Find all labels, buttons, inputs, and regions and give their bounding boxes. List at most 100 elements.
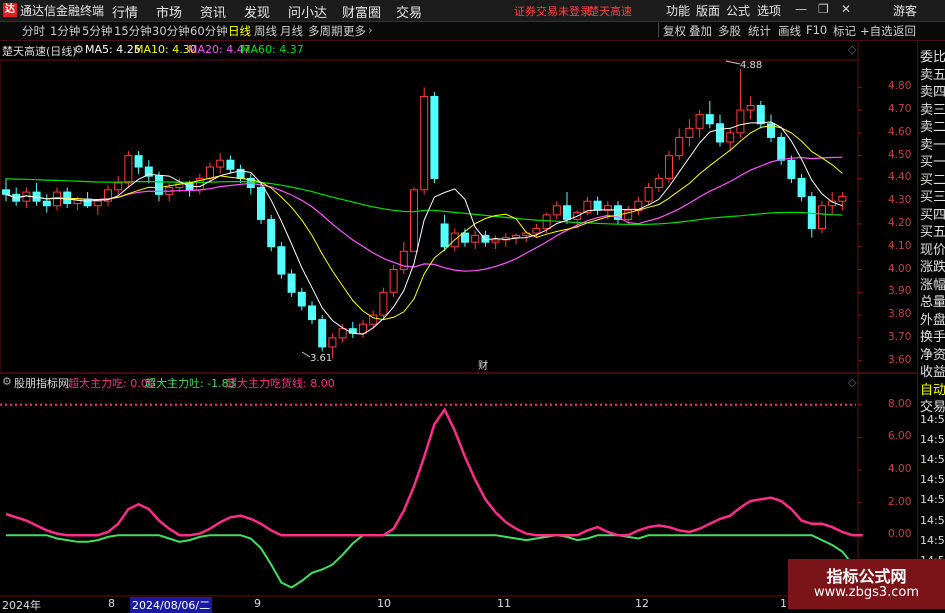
tool-draw[interactable]: 画线 [778,23,801,39]
restore-icon[interactable]: ❐ [818,2,829,16]
period-daily[interactable]: 日线 [228,23,251,39]
candle-body[interactable] [644,187,653,202]
time-cursor-date[interactable]: 2024/08/06/二 [130,597,213,613]
candle-body[interactable] [359,323,367,334]
price-axis-label: 4.40 [888,171,912,184]
candle-body[interactable] [695,114,704,129]
candle-body[interactable] [552,205,561,216]
candle-body[interactable] [675,136,684,157]
candle-body[interactable] [348,328,357,334]
candle-body[interactable] [410,189,418,252]
period-multi[interactable]: 多周期 [308,23,343,39]
candle-body[interactable] [287,273,296,293]
period-more[interactable]: 更多 [343,23,366,39]
chart-settings-icon[interactable]: ◇ [848,43,857,56]
legend-settings-icon[interactable]: ⚙ [74,43,84,56]
candle-body[interactable] [787,159,796,179]
candle-body[interactable] [736,109,745,134]
candle-body[interactable] [746,105,755,111]
candle-body[interactable] [461,232,469,243]
candle-body[interactable] [297,291,306,307]
candle-body[interactable] [114,182,123,191]
candle-body[interactable] [308,305,316,321]
candle-body[interactable] [512,234,520,239]
menu-ask-xiaoda[interactable]: 问小达 [288,2,327,21]
menu-market-quotes[interactable]: 行情 [112,2,138,21]
candle-body[interactable] [134,155,143,168]
indicator-settings-gear-icon[interactable]: ⚙ [2,375,12,388]
menu-market[interactable]: 市场 [156,2,182,21]
menu-layout[interactable]: 版面 [696,2,720,19]
minimize-icon[interactable]: — [795,2,807,16]
candle-body[interactable] [338,328,347,339]
candle-body[interactable] [440,223,449,248]
finance-marker[interactable]: 财 [478,359,488,372]
candle-body[interactable] [654,177,663,189]
candle-body[interactable] [471,234,480,243]
candle-body[interactable] [665,155,673,179]
candle-body[interactable] [328,337,337,348]
candle-body[interactable] [206,166,214,179]
candle-body[interactable] [542,214,551,230]
period-monthly[interactable]: 月线 [280,23,303,39]
menu-options[interactable]: 选项 [757,2,781,19]
price-axis-ticks [858,86,862,362]
candle-body[interactable] [777,136,786,161]
candle-body[interactable] [532,228,541,234]
candle-body[interactable] [267,218,276,248]
period-15min[interactable]: 15分钟 [114,23,152,39]
candle-body[interactable] [2,189,10,195]
candle-body[interactable] [216,159,225,168]
tool-overlay[interactable]: 叠加 [689,23,712,39]
candle-body[interactable] [705,114,714,125]
candle-body[interactable] [379,291,388,316]
candle-body[interactable] [756,105,765,125]
menu-trade[interactable]: 交易 [396,2,422,21]
close-icon[interactable]: ✕ [841,2,851,16]
tool-statistics[interactable]: 统计 [748,23,771,39]
tool-add-watchlist[interactable]: +自选 [860,23,893,39]
candle-body[interactable] [716,123,724,143]
trade-login-warning[interactable]: 证券交易未登录 [514,3,591,19]
candle-body[interactable] [124,155,133,184]
candle-body[interactable] [838,196,847,202]
candle-body[interactable] [593,200,602,211]
indicator-settings-icon[interactable]: ◇ [848,376,857,389]
indicator-name[interactable]: 股朋指标网 [14,375,69,391]
candle-body[interactable] [685,127,694,138]
candle-body[interactable] [430,95,439,179]
candle-body[interactable] [226,159,235,170]
kline-chart[interactable]: 4.88 3.61 财 ◇ ◇ [0,41,917,609]
period-5min[interactable]: 5分钟 [82,23,112,39]
candle-body[interactable] [818,205,826,230]
tool-f10[interactable]: F10 [806,23,827,37]
menu-wealth-circle[interactable]: 财富圈 [342,2,381,21]
menu-functions[interactable]: 功能 [666,2,690,19]
tool-multistock[interactable]: 多股 [718,23,741,39]
candle-body[interactable] [797,177,806,198]
candle-body[interactable] [93,200,102,207]
guest-user-label[interactable]: 游客 [893,2,917,19]
tool-mark[interactable]: 标记 [833,23,856,39]
candle-body[interactable] [318,319,327,348]
candle-body[interactable] [277,246,286,275]
candle-body[interactable] [42,200,51,207]
period-30min[interactable]: 30分钟 [152,23,190,39]
candle-body[interactable] [420,95,429,191]
candle-body[interactable] [563,205,571,220]
period-intraday[interactable]: 分时 [22,23,45,39]
tool-adjust[interactable]: 复权 [663,23,686,39]
chevron-right-icon[interactable]: › [368,23,373,37]
tool-back[interactable]: 返回 [893,23,916,39]
menu-discover[interactable]: 发现 [244,2,270,21]
period-60min[interactable]: 60分钟 [190,23,228,39]
candle-body[interactable] [389,269,398,293]
candle-body[interactable] [257,187,265,220]
period-1min[interactable]: 1分钟 [50,23,80,39]
candle-body[interactable] [63,191,72,204]
menu-news[interactable]: 资讯 [200,2,226,21]
period-weekly[interactable]: 周线 [254,23,277,39]
candle-body[interactable] [491,239,500,243]
menu-formula[interactable]: 公式 [726,2,750,19]
candle-body[interactable] [726,132,735,143]
